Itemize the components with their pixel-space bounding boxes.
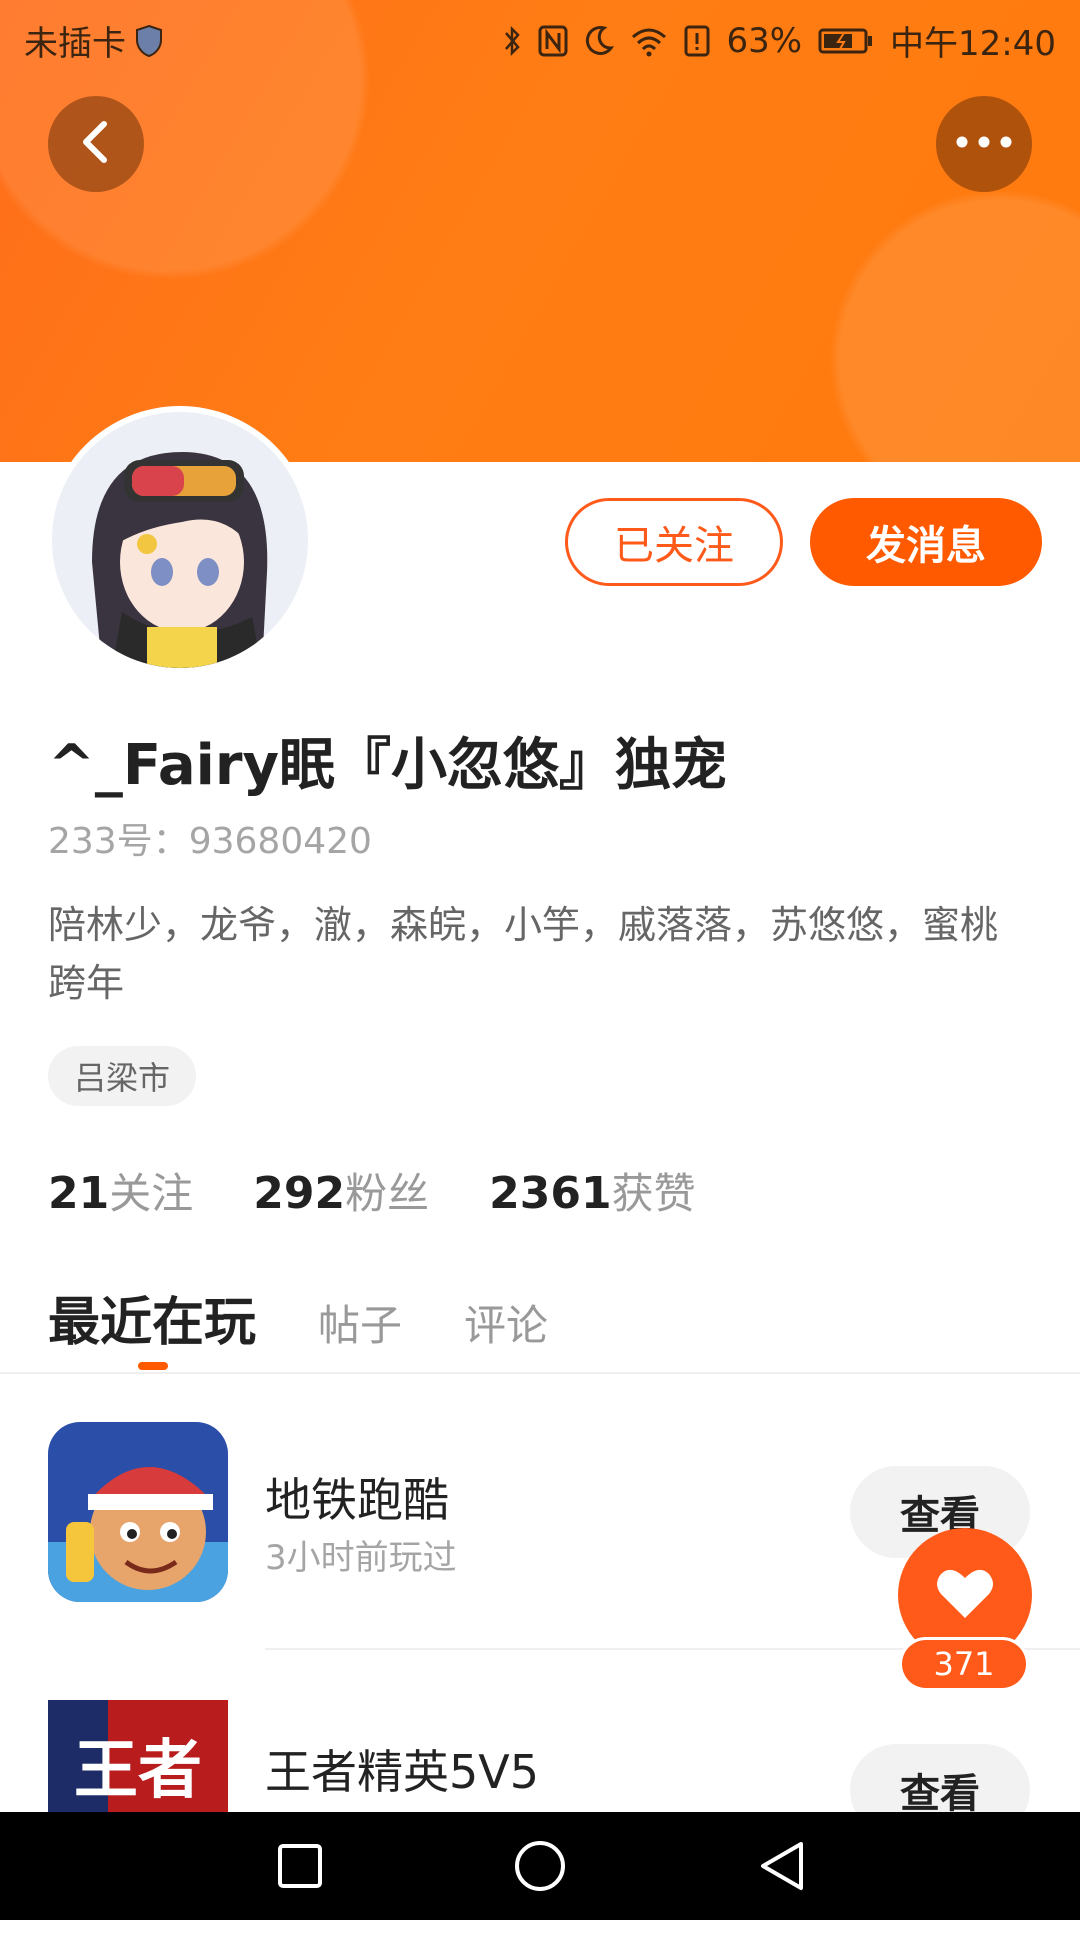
tab-posts[interactable]: 帖子 [318, 1292, 402, 1353]
battery-icon [818, 24, 874, 58]
stat-likes[interactable]: 2361 获赞 [489, 1160, 695, 1221]
avatar[interactable] [52, 412, 308, 668]
divider [0, 1372, 1080, 1374]
location-tag: 吕梁市 [48, 1046, 197, 1106]
circle-icon[interactable] [510, 1836, 570, 1896]
like-count: 371 [902, 1640, 1026, 1688]
stat-number: 2361 [489, 1168, 612, 1219]
more-dots-icon [954, 134, 1014, 154]
status-bar: 未插卡 63% 中午12:40 [0, 0, 1080, 76]
stat-label: 关注 [109, 1169, 194, 1218]
shield-icon [134, 24, 164, 58]
stat-number: 21 [48, 1168, 110, 1219]
game-name: 王者精英5V5 [265, 1745, 540, 1799]
send-message-button[interactable]: 发消息 [810, 498, 1042, 586]
bluetooth-icon [502, 24, 522, 58]
stat-following[interactable]: 21 关注 [48, 1160, 193, 1221]
game-name: 地铁跑酷 [265, 1473, 449, 1527]
back-button[interactable] [48, 96, 144, 192]
tab-recent-games[interactable]: 最近在玩 [48, 1280, 256, 1355]
wifi-icon [630, 24, 668, 58]
triangle-back-icon[interactable] [752, 1836, 812, 1896]
svg-text:王者: 王者 [74, 1734, 202, 1808]
subway-surfers-icon [48, 1422, 228, 1602]
stat-label: 粉丝 [345, 1169, 430, 1218]
followed-button[interactable]: 已关注 [565, 498, 783, 586]
tab-indicator [138, 1362, 168, 1370]
nickname: ^_Fairy眠『小忽悠』独宠 [48, 733, 727, 798]
chevron-left-icon [76, 118, 116, 170]
alert-icon [684, 24, 710, 58]
system-nav-bar [0, 1812, 1080, 1920]
bio: 陪林少，龙爷，澈，森皖，小竽，戚落落，苏悠悠，蜜桃跨年 [48, 903, 999, 1005]
stat-number: 292 [253, 1168, 346, 1219]
carrier-text: 未插卡 [24, 24, 126, 64]
stat-label: 获赞 [611, 1169, 696, 1218]
heart-icon [935, 1566, 995, 1624]
clock: 中午12:40 [890, 24, 1056, 64]
nfc-icon [538, 24, 568, 58]
user-id: 233号：93680420 [48, 821, 372, 862]
header-banner: 未插卡 63% 中午12:40 [0, 0, 1080, 462]
game-last-played: 3小时前玩过 [265, 1538, 457, 1578]
moon-icon [584, 24, 615, 58]
stat-fans[interactable]: 292 粉丝 [253, 1160, 429, 1221]
battery-percent: 63% [726, 20, 803, 61]
more-button[interactable] [936, 96, 1032, 192]
king-elite-icon: 王者 [48, 1700, 228, 1812]
stats-row: 21 关注 292 粉丝 2361 获赞 [48, 1160, 696, 1221]
tab-bar: 最近在玩 帖子 评论 [48, 1280, 548, 1355]
square-icon[interactable] [270, 1836, 330, 1896]
tab-comments[interactable]: 评论 [464, 1292, 548, 1353]
